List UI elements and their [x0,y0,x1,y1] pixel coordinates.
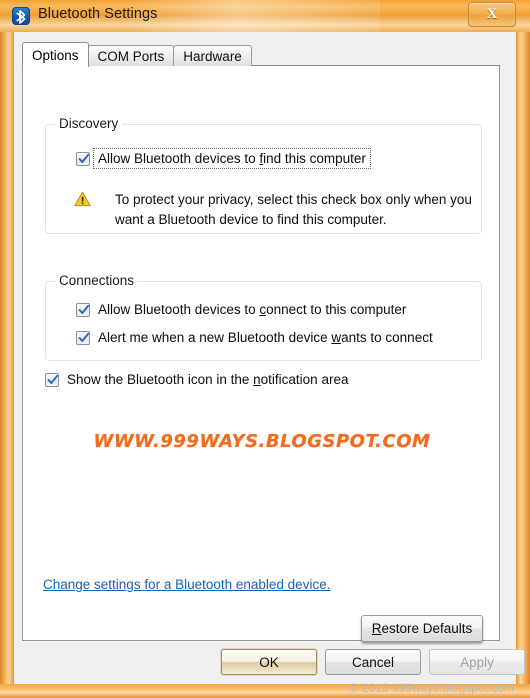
group-discovery: Discovery Allow Bluetooth devices to fin… [45,116,482,234]
restore-defaults-label: Restore Defaults [372,621,473,636]
label-part-after: otification area [260,372,349,387]
apply-button: Apply [429,649,525,675]
bluetooth-settings-window: Bluetooth Settings X Options COM Ports H… [0,0,530,698]
ok-button[interactable]: OK [221,649,317,675]
cancel-button[interactable]: Cancel [325,649,421,675]
checkbox-row-alert-new-device[interactable]: Alert me when a new Bluetooth device wan… [76,330,433,345]
label-part-before: Alert me when a new Bluetooth device [98,330,332,345]
tab-com-ports-label: COM Ports [97,48,165,64]
title-bar[interactable]: Bluetooth Settings X [0,0,530,32]
dialog-button-bar: OK Cancel Apply [14,641,525,684]
change-settings-link[interactable]: Change settings for a Bluetooth enabled … [43,577,330,592]
checkbox-allow-connect-label: Allow Bluetooth devices to connect to th… [98,302,406,317]
group-connections: Connections Allow Bluetooth devices to c… [45,273,482,361]
cancel-button-label: Cancel [351,654,395,670]
label-part-before: Allow Bluetooth devices to [98,302,260,317]
watermark-text: WWW.999WAYS.BLOGSPOT.COM [93,431,431,452]
window-frame-left [0,0,14,698]
close-button[interactable]: X [468,2,516,27]
label-accel-key: w [331,330,342,345]
checkbox-alert-new-device-label: Alert me when a new Bluetooth device wan… [98,330,433,345]
privacy-warning: To protect your privacy, select this che… [74,190,481,230]
dialog-client-area: Options COM Ports Hardware Discovery All… [14,32,525,684]
label-part-after: ants to connect [341,330,433,345]
group-connections-legend: Connections [55,273,139,288]
checkbox-show-notification-icon[interactable] [45,372,59,387]
group-discovery-legend: Discovery [55,116,123,131]
checkbox-alert-new-device[interactable] [76,330,90,345]
checkbox-row-show-notification-icon[interactable]: Show the Bluetooth icon in the notificat… [45,372,348,387]
window-frame-bottom [0,684,530,698]
tab-hardware[interactable]: Hardware [173,45,252,66]
tab-options-label: Options [32,47,79,63]
label-part-before: Allow Bluetooth devices to [98,151,260,166]
privacy-warning-text: To protect your privacy, select this che… [115,192,472,227]
tab-hardware-label: Hardware [183,48,242,64]
restore-accel-key: R [371,621,382,636]
checkbox-allow-find-label: Allow Bluetooth devices to find this com… [93,148,371,169]
restore-label-rest: estore Defaults [381,621,473,636]
label-part-after: onnect to this computer [266,302,407,317]
label-accel-key: n [253,372,261,387]
bluetooth-icon [12,7,30,25]
checkbox-row-allow-connect[interactable]: Allow Bluetooth devices to connect to th… [76,302,406,317]
tab-panel-options: Discovery Allow Bluetooth devices to fin… [22,65,500,642]
checkbox-row-allow-find[interactable]: Allow Bluetooth devices to find this com… [76,148,371,169]
warning-triangle-icon [74,191,91,212]
ok-button-label: OK [259,654,279,670]
window-title: Bluetooth Settings [38,6,158,22]
checkbox-allow-find[interactable] [76,151,90,166]
tab-strip: Options COM Ports Hardware [22,42,252,67]
label-part-after: ind this computer [263,151,366,166]
window-frame-right [516,0,530,698]
apply-button-label: Apply [460,654,494,670]
tab-com-ports[interactable]: COM Ports [87,45,175,66]
label-part-before: Show the Bluetooth icon in the [67,372,254,387]
restore-defaults-button[interactable]: Restore Defaults [361,615,483,642]
tab-options[interactable]: Options [22,42,89,67]
checkbox-allow-connect[interactable] [76,302,90,317]
checkbox-show-notification-icon-label: Show the Bluetooth icon in the notificat… [67,372,348,387]
close-icon: X [486,6,498,22]
